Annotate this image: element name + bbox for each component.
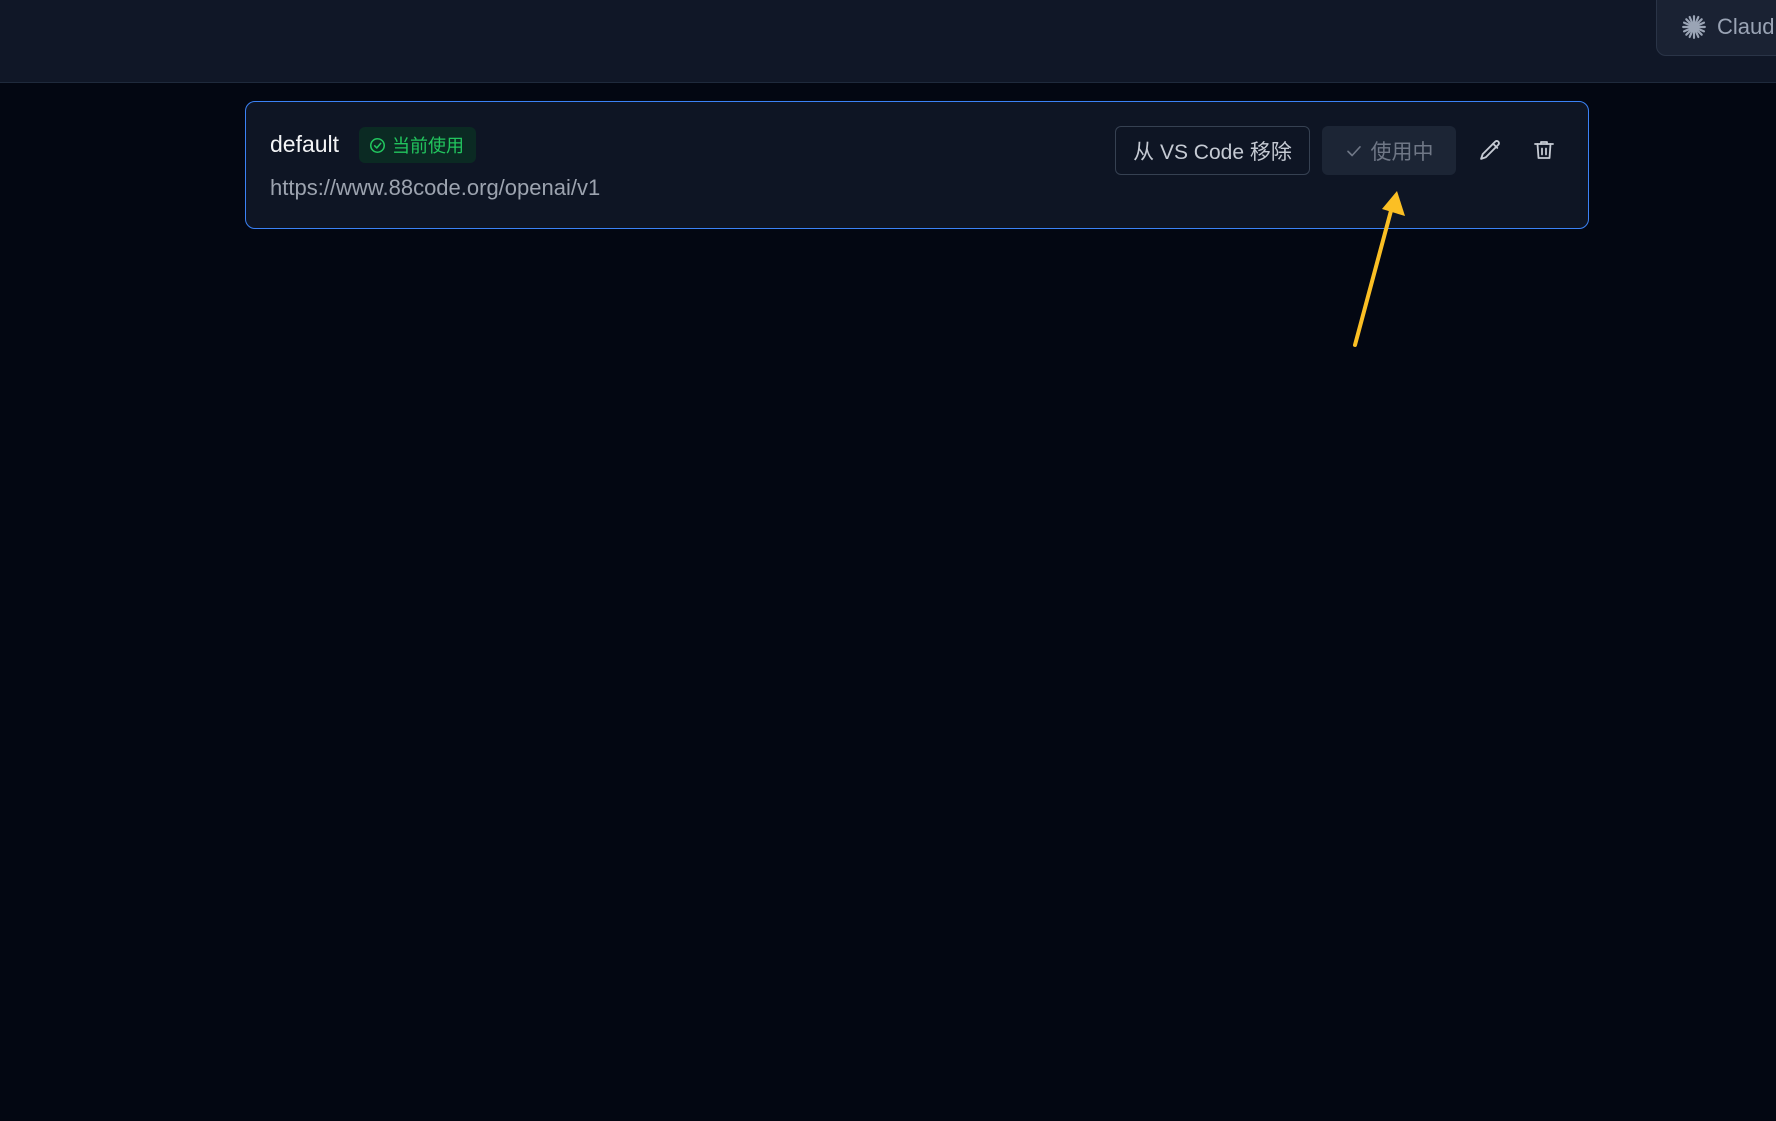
delete-button[interactable]: [1527, 133, 1561, 167]
in-use-button-label: 使用中: [1370, 140, 1434, 164]
claude-sparkle-icon: [1682, 15, 1706, 39]
check-circle-icon: [369, 137, 386, 153]
status-badge: 当前使用: [359, 127, 476, 163]
status-badge-label: 当前使用: [392, 136, 464, 156]
top-bar: Claud: [0, 0, 1776, 83]
profile-name: default: [270, 131, 340, 157]
remove-from-vscode-button[interactable]: 从 VS Code 移除: [1115, 126, 1310, 175]
annotation-arrow: [1353, 191, 1405, 347]
in-use-button[interactable]: 使用中: [1322, 126, 1456, 175]
profile-url: https://www.88code.org/openai/v1: [270, 175, 601, 200]
check-icon: [1346, 145, 1361, 156]
claude-product-tab[interactable]: Claud: [1656, 0, 1776, 56]
pencil-icon: [1479, 139, 1500, 160]
product-tab-label: Claud: [1717, 14, 1775, 39]
trash-icon: [1534, 141, 1554, 159]
edit-button[interactable]: [1473, 133, 1507, 167]
